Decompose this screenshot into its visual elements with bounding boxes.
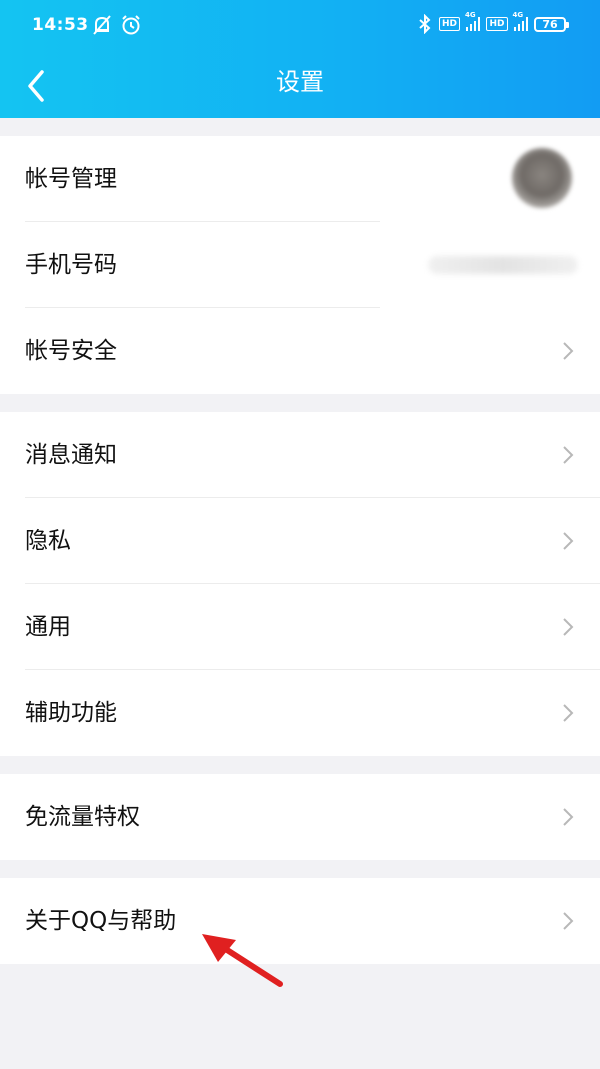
settings-item-accessibility[interactable]: 辅助功能 [0,670,600,756]
settings-item-label: 通用 [25,614,71,640]
settings-item-label: 隐私 [25,528,71,554]
settings-group-data-privilege: 免流量特权 [0,774,600,860]
bluetooth-icon [419,14,431,34]
settings-item-label: 消息通知 [25,442,117,468]
phone-number-value-blurred [428,256,578,274]
signal-icon-2: 4G [513,11,528,31]
chevron-right-icon [563,446,574,464]
network-type-label: 4G [464,11,476,19]
settings-item-phone-number[interactable]: 手机号码 [0,222,600,308]
settings-item-notifications[interactable]: 消息通知 [0,412,600,498]
hd-badge-2: HD [486,17,508,31]
status-time: 14:53 [32,15,89,35]
settings-item-label: 帐号安全 [25,338,117,364]
page-title: 设置 [276,68,324,96]
top-bar: 14:53 HD 4G HD 4G 76 设置 [0,0,600,118]
chevron-right-icon [563,532,574,550]
signal-icon: 4G [465,11,481,31]
avatar [512,148,572,208]
network-type-label-2: 4G [512,11,524,19]
settings-item-label: 辅助功能 [25,700,117,726]
chevron-right-icon [563,618,574,636]
settings-item-label: 免流量特权 [25,804,140,830]
nav-bar: 设置 [0,54,600,118]
mute-bell-icon [93,15,111,35]
status-bar: 14:53 HD 4G HD 4G 76 [0,0,600,54]
settings-group-account: 帐号管理 手机号码 帐号安全 [0,136,600,394]
settings-item-label: 关于QQ与帮助 [25,908,177,934]
settings-group-about: 关于QQ与帮助 [0,878,600,964]
settings-item-free-data-privilege[interactable]: 免流量特权 [0,774,600,860]
chevron-right-icon [563,704,574,722]
settings-item-account-security[interactable]: 帐号安全 [0,308,600,394]
settings-group-general: 消息通知 隐私 通用 辅助功能 [0,412,600,756]
annotation-arrow-icon [202,934,283,987]
chevron-right-icon [563,808,574,826]
chevron-right-icon [563,912,574,930]
status-indicators: HD 4G HD 4G 76 [417,11,569,34]
settings-item-privacy[interactable]: 隐私 [0,498,600,584]
alarm-clock-icon [122,15,140,35]
battery-icon: 76 [534,16,569,32]
hd-badge: HD [438,17,460,31]
settings-item-about-qq-help[interactable]: 关于QQ与帮助 [0,878,600,964]
settings-item-label: 手机号码 [25,252,117,278]
chevron-right-icon [563,342,574,360]
settings-item-label: 帐号管理 [25,166,117,192]
settings-item-account-management[interactable]: 帐号管理 [0,136,600,222]
settings-item-general[interactable]: 通用 [0,584,600,670]
